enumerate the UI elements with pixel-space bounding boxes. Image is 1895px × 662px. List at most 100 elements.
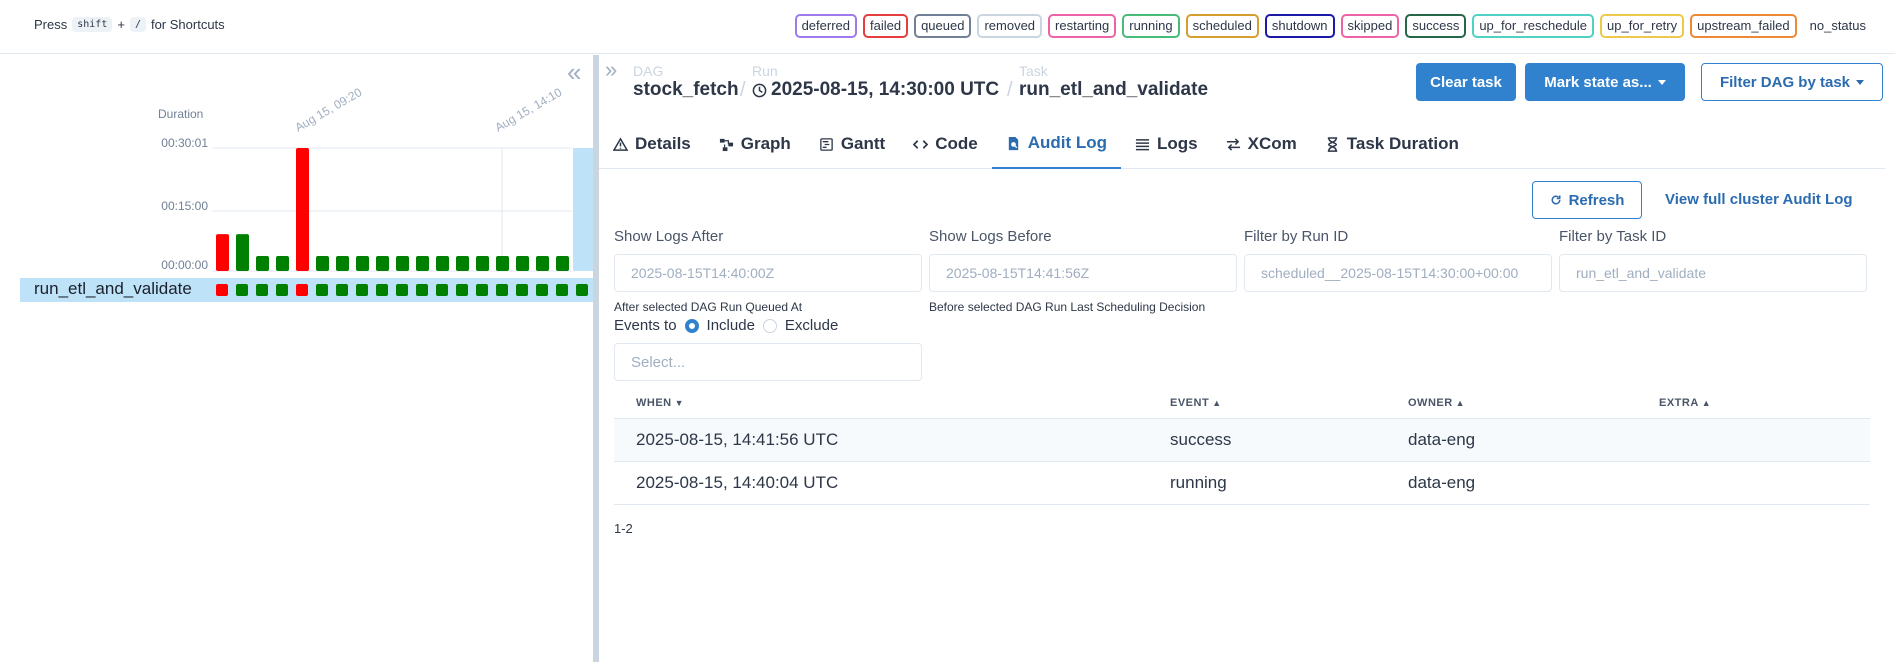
duration-bar[interactable] <box>476 255 489 271</box>
duration-bar[interactable] <box>296 148 309 271</box>
column-event[interactable]: EVENT ▲︎ <box>1170 397 1408 409</box>
slash-key: / <box>129 17 146 32</box>
task-instance-square[interactable] <box>216 284 228 296</box>
table-header: WHEN ▼ EVENT ▲︎ OWNER ▲ EXTRA ▲ <box>614 387 1870 419</box>
event-select[interactable]: Select... <box>614 343 922 381</box>
cell-when: 2025-08-15, 14:41:56 UTC <box>636 430 839 449</box>
breadcrumb-run-row[interactable]: 2025-08-15, 14:30:00 UTC <box>752 79 999 101</box>
shortcut-prefix: Press <box>34 17 68 32</box>
duration-bar[interactable] <box>356 255 369 271</box>
task-instance-square[interactable] <box>496 284 508 296</box>
tab-graph[interactable]: Graph <box>705 119 805 169</box>
legend-up-for-reschedule[interactable]: up_for_reschedule <box>1472 14 1595 38</box>
details-panel: » DAG stock_fetch / Run 2025-08-15, 14:3… <box>599 55 1895 662</box>
tab-task-duration[interactable]: Task Duration <box>1311 119 1473 169</box>
show-logs-after-input[interactable] <box>614 254 922 292</box>
tab-xcom[interactable]: XCom <box>1212 119 1311 169</box>
legend-shutdown[interactable]: shutdown <box>1264 14 1335 38</box>
task-instance-square[interactable] <box>256 284 268 296</box>
exclude-radio[interactable] <box>762 318 777 333</box>
legend-running[interactable]: running <box>1122 14 1180 38</box>
breadcrumb-dag-value[interactable]: stock_fetch <box>633 79 739 101</box>
task-instance-square[interactable] <box>516 284 528 296</box>
mark-state-button[interactable]: Mark state as... <box>1525 63 1685 101</box>
plus-sign: + <box>117 17 125 32</box>
filter-run-id-input[interactable] <box>1244 254 1552 292</box>
duration-bar[interactable] <box>416 255 429 271</box>
show-logs-before-input[interactable] <box>929 254 1237 292</box>
task-instance-square[interactable] <box>276 284 288 296</box>
duration-bar[interactable] <box>376 255 389 271</box>
legend-failed[interactable]: failed <box>862 14 909 38</box>
task-instance-square[interactable] <box>316 284 328 296</box>
duration-bar[interactable] <box>496 255 509 271</box>
legend-deferred[interactable]: deferred <box>794 14 857 38</box>
table-row[interactable]: 2025-08-15, 14:40:04 UTC running data-en… <box>614 462 1870 505</box>
duration-bars <box>216 148 593 271</box>
breadcrumb-task[interactable]: Task run_etl_and_validate <box>1019 63 1208 101</box>
refresh-button[interactable]: Refresh <box>1532 181 1642 219</box>
tab-code[interactable]: Code <box>899 119 992 169</box>
filter-task-id-input[interactable] <box>1559 254 1867 292</box>
legend-success[interactable]: success <box>1405 14 1467 38</box>
breadcrumb-dag-label: DAG <box>633 63 664 79</box>
tab-gantt[interactable]: Gantt <box>805 119 899 169</box>
breadcrumb-task-value[interactable]: run_etl_and_validate <box>1019 79 1208 101</box>
task-instance-square[interactable] <box>456 284 468 296</box>
clear-task-button[interactable]: Clear task <box>1416 63 1516 101</box>
include-label[interactable]: Include <box>707 317 755 334</box>
breadcrumb-dag[interactable]: DAG stock_fetch <box>633 63 739 101</box>
task-instance-square[interactable] <box>336 284 348 296</box>
legend-scheduled[interactable]: scheduled <box>1185 14 1259 38</box>
legend-no-status[interactable]: no_status <box>1802 14 1873 38</box>
duration-bar[interactable] <box>573 148 593 271</box>
task-instance-square[interactable] <box>436 284 448 296</box>
tab-logs[interactable]: Logs <box>1121 119 1212 169</box>
task-instance-square[interactable] <box>376 284 388 296</box>
duration-bar[interactable] <box>396 255 409 271</box>
legend-up-for-retry[interactable]: up_for_retry <box>1600 14 1685 38</box>
legend-upstream-failed[interactable]: upstream_failed <box>1690 14 1797 38</box>
y-tick-label: 00:00:00 <box>161 258 208 272</box>
refresh-icon <box>1551 195 1561 205</box>
filter-dag-button[interactable]: Filter DAG by task <box>1701 63 1883 101</box>
legend-queued[interactable]: queued <box>914 14 972 38</box>
duration-bar[interactable] <box>516 255 529 271</box>
legend-skipped[interactable]: skipped <box>1340 14 1400 38</box>
view-full-audit-log-link[interactable]: View full cluster Audit Log <box>1665 191 1853 208</box>
expand-details-icon[interactable]: » <box>605 57 617 83</box>
duration-bar[interactable] <box>436 255 449 271</box>
table-row[interactable]: 2025-08-15, 14:41:56 UTC success data-en… <box>614 419 1870 462</box>
duration-bar[interactable] <box>456 255 469 271</box>
exclude-label[interactable]: Exclude <box>785 317 838 334</box>
task-instance-square[interactable] <box>396 284 408 296</box>
task-instance-square[interactable] <box>416 284 428 296</box>
show-logs-before-label: Show Logs Before <box>929 228 1052 245</box>
task-instance-square[interactable] <box>576 284 588 296</box>
legend-removed[interactable]: removed <box>977 14 1043 38</box>
breadcrumb-run[interactable]: Run 2025-08-15, 14:30:00 UTC <box>752 63 999 101</box>
tab-audit-log[interactable]: Audit Log <box>991 119 1122 169</box>
column-when[interactable]: WHEN ▼ <box>614 397 1170 409</box>
task-instance-square[interactable] <box>356 284 368 296</box>
legend-restarting[interactable]: restarting <box>1048 14 1117 38</box>
task-instance-square[interactable] <box>556 284 568 296</box>
warning-triangle-icon <box>613 136 628 151</box>
task-instance-square[interactable] <box>536 284 548 296</box>
filter-dag-label: Filter DAG by task <box>1719 73 1851 91</box>
column-owner[interactable]: OWNER ▲ <box>1408 397 1659 409</box>
duration-bar[interactable] <box>216 234 229 271</box>
task-instance-square[interactable] <box>476 284 488 296</box>
duration-bar[interactable] <box>276 255 289 271</box>
include-radio[interactable] <box>684 318 699 333</box>
duration-bar[interactable] <box>236 234 249 271</box>
duration-bar[interactable] <box>556 255 569 271</box>
column-extra[interactable]: EXTRA ▲ <box>1659 397 1870 409</box>
tab-details[interactable]: Details <box>599 119 705 169</box>
task-instance-square[interactable] <box>236 284 248 296</box>
duration-bar[interactable] <box>336 255 349 271</box>
duration-bar[interactable] <box>316 255 329 271</box>
duration-bar[interactable] <box>256 255 269 271</box>
task-instance-square[interactable] <box>296 284 308 296</box>
duration-bar[interactable] <box>536 255 549 271</box>
